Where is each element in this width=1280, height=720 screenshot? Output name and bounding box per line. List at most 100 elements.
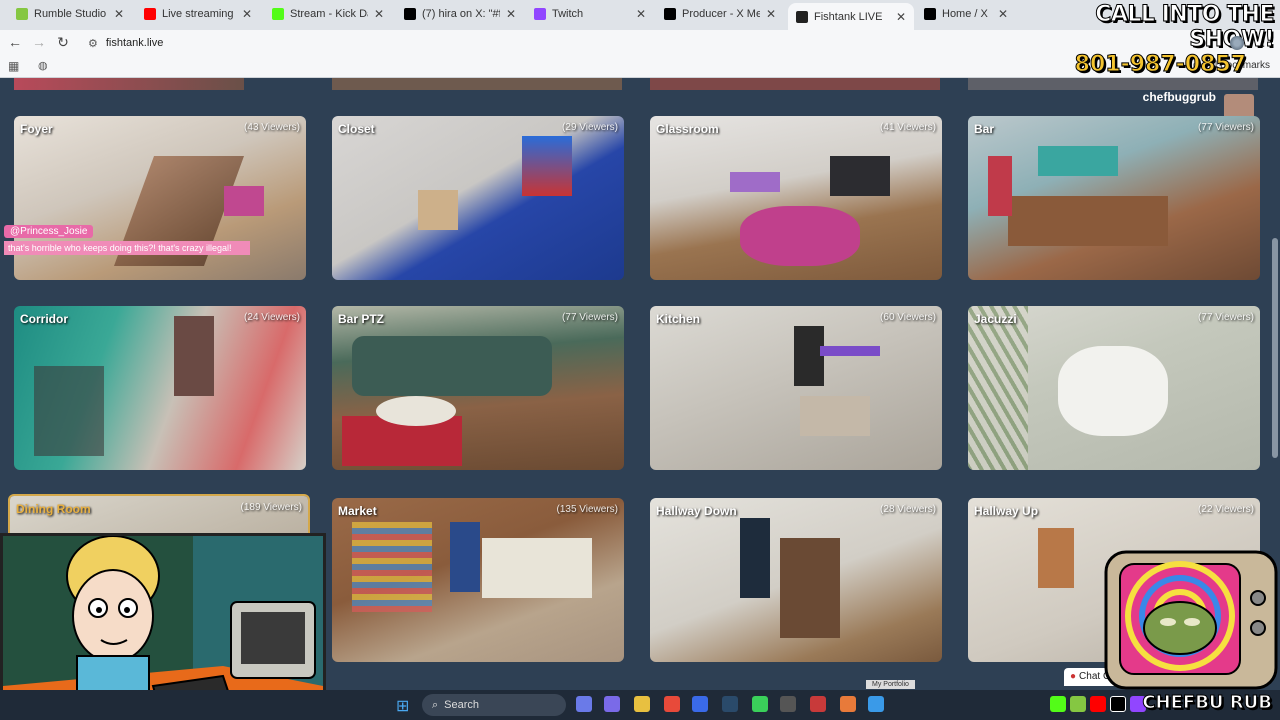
firefox-taskbar-icon[interactable] [840,696,856,712]
windows-start-icon[interactable]: ⊞ [396,696,409,716]
spotify-taskbar-icon[interactable] [752,696,768,712]
tab-x-media-studio[interactable]: Producer - X Media Studio ✕ [656,3,784,25]
kick-favicon-icon [272,8,284,20]
brand-watermark: CHEFBU RUB [1142,692,1273,714]
tab-x-home[interactable]: Home / X ✕ [916,3,1016,25]
url-field[interactable]: ⚙ fishtank.live [80,32,1020,54]
close-tab-icon[interactable]: ✕ [114,7,124,21]
kick-logo-icon [1050,696,1066,712]
camera-tile-corridor[interactable]: Corridor (24 Viewers) [14,306,306,470]
close-tab-icon[interactable]: ✕ [506,7,516,21]
chat-username: @Princess_Josie [4,225,94,238]
discord-taskbar-icon[interactable] [576,696,592,712]
call-in-promo: CALL INTO THE SHOW! 801-987-0857 [1016,2,1275,78]
camera-feed [968,116,1260,280]
url-text: fishtank.live [105,37,164,49]
close-tab-icon[interactable]: ✕ [636,7,646,21]
viewer-count: (189 Viewers) [240,502,302,513]
store-taskbar-icon[interactable] [692,696,708,712]
camera-name: Market [338,504,377,518]
tab-twitch[interactable]: Twitch ✕ [526,3,654,25]
camera-name: Glassroom [656,122,719,136]
camera-feed [332,306,624,470]
previous-row-strip [650,78,940,90]
globe-bookmark-icon[interactable]: ◍ [38,59,48,72]
tab-x-hira[interactable]: (7) hira on X: "#fishtank ✕ [396,3,524,25]
camera-tile-closet[interactable]: Closet (29 Viewers) [332,116,624,280]
previous-row-strip [968,78,1258,90]
camera-tile-foyer[interactable]: Foyer (43 Viewers) [14,116,306,280]
close-tab-icon[interactable]: ✕ [766,7,776,21]
camera-tile-market[interactable]: Market (135 Viewers) [332,498,624,662]
close-tab-icon[interactable]: ✕ [998,7,1008,21]
site-info-icon[interactable]: ⚙ [88,37,98,50]
tv-mascot-overlay [1098,548,1280,690]
viewer-count: (43 Viewers) [244,122,300,133]
close-tab-icon[interactable]: ✕ [896,10,906,24]
camera-name: Closet [338,122,375,136]
x-logo-icon [1110,696,1126,712]
camera-feed [650,116,942,280]
camera-name: Foyer [20,122,53,136]
camera-name: Hallway Up [974,504,1039,518]
file-explorer-icon[interactable] [634,696,650,712]
tab-kick-dashboard[interactable]: Stream - Kick Dashboard ✕ [264,3,392,25]
close-tab-icon[interactable]: ✕ [242,7,252,21]
screen: Rumble Studio ✕ Live streaming - YouTube… [0,0,1280,720]
camera-name: Dining Room [16,502,91,516]
page-scrollbar[interactable] [1272,238,1278,458]
previous-row-strip [332,78,622,90]
camera-name: Jacuzzi [974,312,1017,326]
taskbar-search[interactable]: ⌕ Search [422,694,566,716]
x-favicon-icon [924,8,936,20]
rumble-logo-icon [1070,696,1086,712]
x-favicon-icon [664,8,676,20]
chat-overlay: @Princess_Josie that's horrible who keep… [4,221,250,255]
camera-name: Corridor [20,312,68,326]
camera-name: Bar [974,122,995,136]
tab-youtube-live[interactable]: Live streaming - YouTube ✕ [136,3,260,25]
tab-rumble-studio[interactable]: Rumble Studio ✕ [8,3,132,25]
twitch-favicon-icon [534,8,546,20]
camera-feed [14,306,306,470]
camera-tile-glassroom[interactable]: Glassroom (41 Viewers) [650,116,942,280]
camera-feed [14,116,306,280]
camera-name: Kitchen [656,312,701,326]
chat-icon: ● [1070,671,1077,682]
search-icon: ⌕ [432,698,439,711]
back-arrow-icon[interactable]: ← [6,34,24,50]
camera-tile-hallway-down[interactable]: Hallway Down (28 Viewers) [650,498,942,662]
camera-tile-jacuzzi[interactable]: Jacuzzi (77 Viewers) [968,306,1260,470]
profile-globe-icon[interactable] [1230,36,1244,50]
viewer-count: (77 Viewers) [1198,122,1254,133]
app-taskbar-icon[interactable] [868,696,884,712]
obs-taskbar-icon[interactable] [810,696,826,712]
reload-icon[interactable]: ↻ [54,34,72,51]
apps-grid-icon[interactable]: ▦ [8,59,19,73]
viewer-count: (60 Viewers) [880,312,936,323]
retro-tv-mascot-icon [1104,550,1278,690]
camera-feed [968,306,1260,470]
close-tab-icon[interactable]: ✕ [374,7,384,21]
tab-fishtank-live[interactable]: Fishtank LIVE ✕ [788,3,914,30]
previous-row-strip [14,78,244,90]
x-taskbar-icon[interactable] [780,696,796,712]
camera-feed [650,306,942,470]
youtube-logo-icon [1090,696,1106,712]
steam-taskbar-icon[interactable] [722,696,738,712]
camera-tile-bar-ptz[interactable]: Bar PTZ (77 Viewers) [332,306,624,470]
viewer-count: (77 Viewers) [562,312,618,323]
copilot-taskbar-icon[interactable] [604,696,620,712]
camera-tile-bar[interactable]: Bar (77 Viewers) [968,116,1260,280]
chrome-taskbar-icon[interactable] [664,696,680,712]
forward-arrow-icon[interactable]: → [30,34,48,50]
camera-feed [332,116,624,280]
rumble-favicon-icon [16,8,28,20]
camera-feed [650,498,942,662]
username-label: chefbuggrub [1142,90,1216,104]
viewer-count: (77 Viewers) [1198,312,1254,323]
camera-tile-kitchen[interactable]: Kitchen (60 Viewers) [650,306,942,470]
fishtank-favicon-icon [796,10,808,23]
viewer-count: (135 Viewers) [556,504,618,515]
portfolio-label[interactable]: My Portfolio [866,680,915,689]
